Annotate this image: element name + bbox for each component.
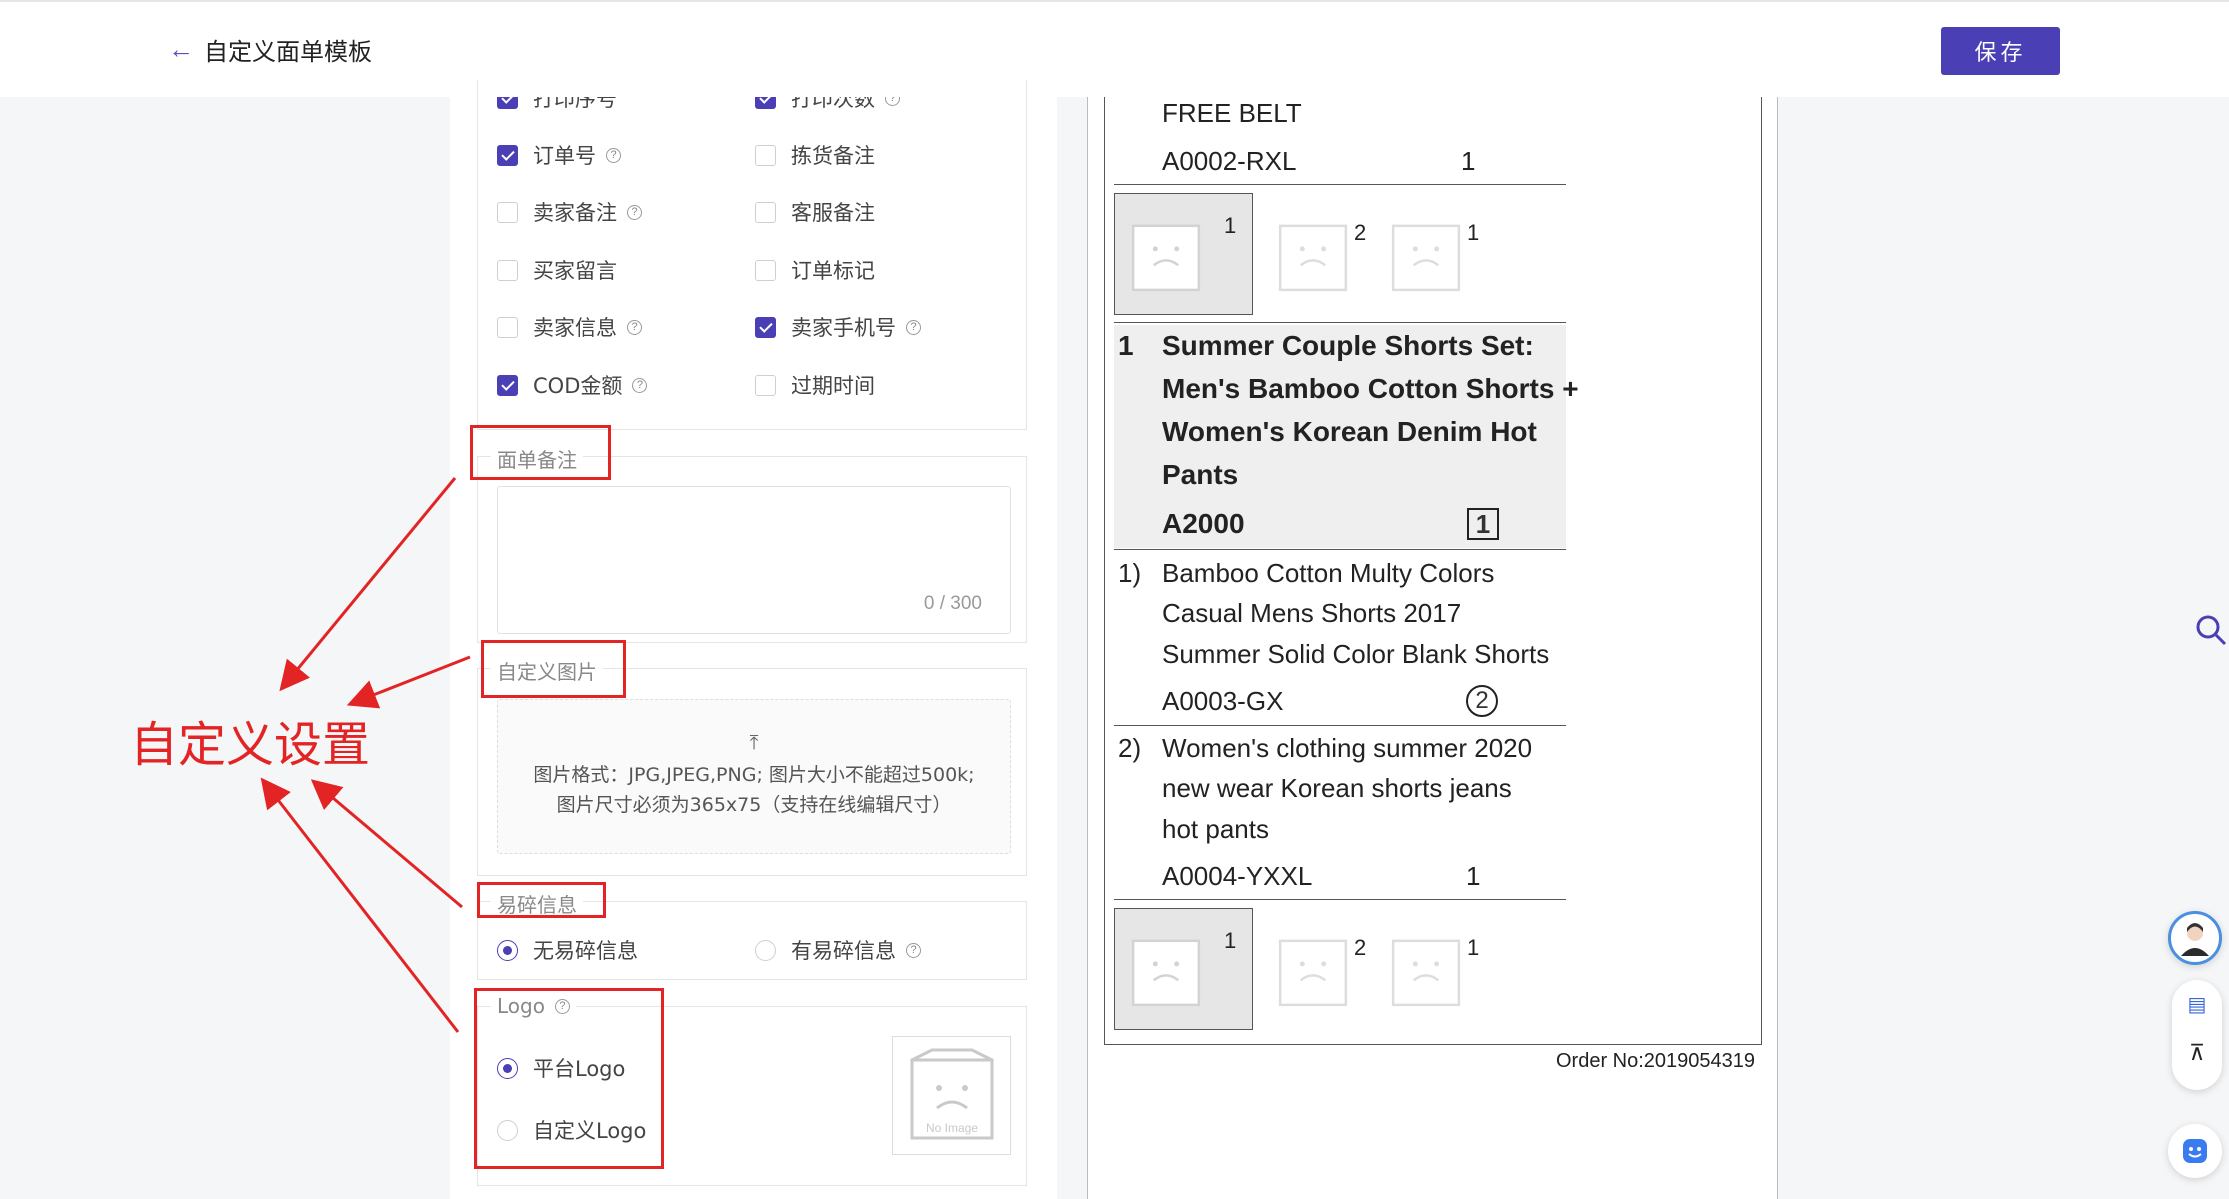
sub-title-line: Summer Solid Color Blank Shorts [1162, 639, 1550, 669]
sub-title-line: hot pants [1162, 814, 1269, 844]
support-avatar[interactable] [2168, 911, 2222, 965]
product-title-line: Pants [1162, 459, 1239, 490]
order-number: Order No:2019054319 [1556, 1050, 1756, 1072]
product-title-line: Men's Bamboo Cotton Shorts + [1162, 373, 1579, 404]
service-button[interactable] [2168, 1124, 2222, 1178]
float-toolbar: ▤ ⊼ [2172, 980, 2222, 1090]
item-name: FREE BELT [1162, 98, 1302, 128]
divider [1114, 899, 1566, 900]
divider [1114, 549, 1566, 550]
product-thumbnail [1114, 908, 1253, 1030]
product-title-line: Women's Korean Denim Hot [1162, 416, 1537, 447]
product-index: 1 [1118, 330, 1134, 361]
smile-icon [2183, 1139, 2207, 1163]
no-image-icon [1131, 939, 1201, 1007]
no-image-icon [1278, 224, 1348, 292]
sub-sku: A0004-YXXL [1162, 861, 1313, 891]
item-sku: A0002-RXL [1162, 146, 1297, 176]
product-qty: 1 [1467, 508, 1499, 540]
search-icon[interactable] [2195, 614, 2227, 646]
sub-qty: 1 [1466, 861, 1481, 891]
chat-icon[interactable]: ▤ [2188, 992, 2207, 1017]
thumb-qty: 2 [1354, 220, 1367, 245]
product-title-line: Summer Couple Shorts Set: [1162, 330, 1534, 361]
no-image-icon [1278, 939, 1348, 1007]
sub-qty: 2 [1466, 685, 1498, 717]
no-image-icon [1391, 939, 1461, 1007]
no-image-icon [1131, 224, 1201, 292]
back-to-top-icon[interactable]: ⊼ [2189, 1040, 2205, 1066]
thumb-qty: 2 [1354, 935, 1367, 960]
sub-title-line: Women's clothing summer 2020 [1162, 733, 1533, 763]
sub-title-line: Bamboo Cotton Multy Colors [1162, 558, 1495, 588]
product-sku: A2000 [1162, 508, 1245, 539]
product-thumbnail [1114, 193, 1253, 315]
thumb-qty: 1 [1467, 935, 1480, 960]
no-image-icon [1391, 224, 1461, 292]
sub-index: 2) [1118, 733, 1142, 763]
thumb-qty: 1 [1224, 928, 1237, 953]
sub-sku: A0003-GX [1162, 686, 1284, 716]
sub-index: 1) [1118, 558, 1142, 588]
thumb-qty: 1 [1224, 213, 1237, 238]
sub-title-line: new wear Korean shorts jeans [1162, 773, 1512, 803]
avatar-icon [2181, 923, 2209, 956]
item-qty: 1 [1461, 146, 1476, 176]
divider [1114, 725, 1566, 726]
divider [1114, 184, 1566, 185]
divider [1114, 322, 1566, 323]
thumb-qty: 1 [1467, 220, 1480, 245]
sub-title-line: Casual Mens Shorts 2017 [1162, 598, 1462, 628]
